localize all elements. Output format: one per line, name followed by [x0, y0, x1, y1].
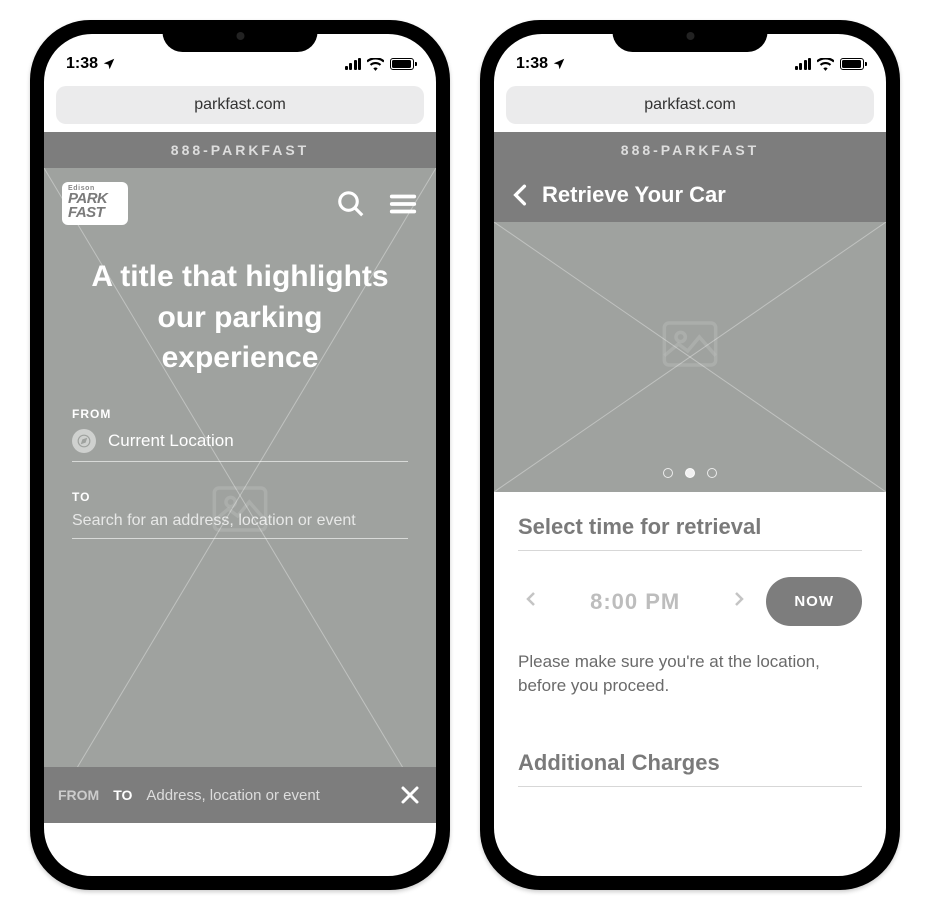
time-decrement[interactable] — [518, 583, 544, 620]
sticky-tab-to[interactable]: TO — [113, 787, 132, 803]
section-title-charges: Additional Charges — [518, 750, 862, 776]
battery-icon — [840, 58, 864, 70]
battery-icon — [390, 58, 414, 70]
cell-signal-icon — [795, 58, 812, 70]
from-field[interactable]: Current Location — [72, 429, 408, 462]
now-button[interactable]: NOW — [766, 577, 862, 626]
dot-1[interactable] — [663, 468, 673, 478]
back-chevron-icon[interactable] — [512, 184, 528, 206]
search-form: FROM Current Location TO Search for an a… — [44, 407, 436, 539]
browser-url-bar[interactable]: parkfast.com — [506, 86, 874, 124]
location-arrow-icon — [102, 57, 116, 71]
logo-line2: FAST — [68, 206, 122, 220]
location-arrow-icon — [552, 57, 566, 71]
dot-3[interactable] — [707, 468, 717, 478]
cell-signal-icon — [345, 58, 362, 70]
sticky-tab-from[interactable]: FROM — [58, 787, 99, 803]
phone-banner[interactable]: 888-PARKFAST — [44, 132, 436, 168]
image-carousel[interactable] — [494, 222, 886, 492]
page-title: Retrieve Your Car — [542, 182, 726, 208]
hero-title: A title that highlights our parking expe… — [44, 235, 436, 407]
close-icon[interactable] — [398, 783, 422, 807]
sticky-search-bar: FROM TO Address, location or event — [44, 767, 436, 823]
url-text: parkfast.com — [644, 96, 736, 114]
screen-right: 1:38 parkfast.com 888-PARKFAST Retrieve … — [494, 34, 886, 876]
status-time: 1:38 — [516, 55, 548, 73]
divider — [518, 550, 862, 551]
image-placeholder-icon — [662, 320, 718, 368]
from-value: Current Location — [108, 431, 234, 451]
search-icon[interactable] — [336, 189, 366, 219]
compass-icon — [72, 429, 96, 453]
page-header: Retrieve Your Car — [494, 168, 886, 222]
notch — [613, 20, 768, 52]
notch — [163, 20, 318, 52]
divider — [518, 786, 862, 787]
carousel-dots[interactable] — [663, 468, 717, 478]
phone-frame-left: 1:38 parkfast.com 888-PARKFAST Edison PA… — [30, 20, 450, 890]
brand-logo[interactable]: Edison PARK FAST — [62, 182, 128, 225]
from-label: FROM — [72, 407, 408, 421]
screen-left: 1:38 parkfast.com 888-PARKFAST Edison PA… — [44, 34, 436, 876]
url-text: parkfast.com — [194, 96, 286, 114]
sticky-input[interactable]: Address, location or event — [146, 787, 384, 804]
to-label: TO — [72, 490, 408, 504]
menu-icon[interactable] — [388, 189, 418, 219]
phone-frame-right: 1:38 parkfast.com 888-PARKFAST Retrieve … — [480, 20, 900, 890]
section-title-time: Select time for retrieval — [518, 514, 862, 540]
helper-text: Please make sure you're at the location,… — [518, 650, 862, 698]
time-increment[interactable] — [726, 583, 752, 620]
status-time: 1:38 — [66, 55, 98, 73]
to-field[interactable]: Search for an address, location or event — [72, 512, 408, 539]
browser-url-bar[interactable]: parkfast.com — [56, 86, 424, 124]
to-placeholder: Search for an address, location or event — [72, 512, 356, 530]
time-stepper: 8:00 PM — [518, 583, 752, 620]
top-nav: Edison PARK FAST — [44, 168, 436, 235]
phone-banner[interactable]: 888-PARKFAST — [494, 132, 886, 168]
hero-section: Edison PARK FAST A title that highlights… — [44, 168, 436, 823]
retrieval-content: Select time for retrieval 8:00 PM NOW Pl… — [494, 492, 886, 787]
wifi-icon — [817, 58, 834, 71]
time-row: 8:00 PM NOW — [518, 577, 862, 626]
dot-2[interactable] — [685, 468, 695, 478]
wifi-icon — [367, 58, 384, 71]
time-value[interactable]: 8:00 PM — [590, 589, 680, 615]
